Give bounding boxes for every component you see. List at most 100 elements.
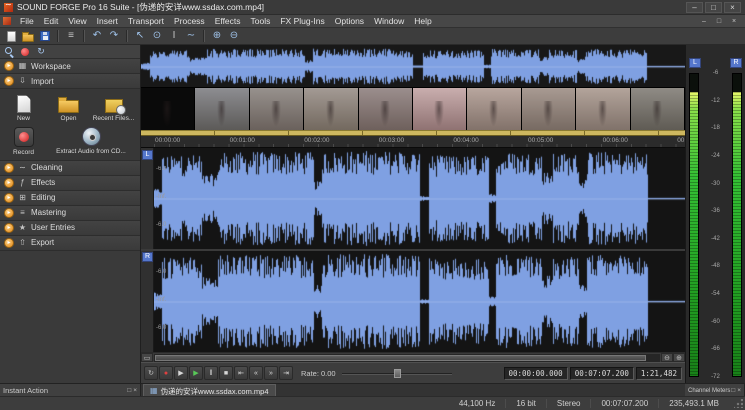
sidebar-section-user-entries[interactable]: ▸★User Entries <box>0 221 140 236</box>
menu-item-options[interactable]: Options <box>330 15 369 27</box>
left-channel-badge[interactable]: L <box>142 150 153 160</box>
menu-item-tools[interactable]: Tools <box>246 15 276 27</box>
forward-button[interactable]: » <box>264 366 278 380</box>
import-action-record[interactable]: Record <box>2 124 45 156</box>
import-action-open[interactable]: Open <box>47 92 90 122</box>
import-action-recent-files[interactable]: Recent Files... <box>92 92 135 122</box>
panel-close-icon[interactable]: × <box>133 387 137 394</box>
stop-button[interactable]: ■ <box>219 366 233 380</box>
sidebar-section-editing[interactable]: ▸⊞Editing <box>0 191 140 206</box>
record-button[interactable]: ● <box>159 366 173 380</box>
quick-record-button[interactable] <box>19 46 31 58</box>
loop-playback-button[interactable]: ↻ <box>144 366 158 380</box>
play-button[interactable]: ▶ <box>189 366 203 380</box>
redo-button[interactable]: ↷ <box>106 29 122 43</box>
zoom-in-button[interactable]: ⊕ <box>209 29 225 43</box>
scrollbar-track[interactable] <box>154 354 660 362</box>
menu-item-transport[interactable]: Transport <box>123 15 169 27</box>
rate-slider-thumb[interactable] <box>394 369 401 378</box>
maximize-button[interactable]: □ <box>705 2 722 13</box>
overview-range-button[interactable]: ▭ <box>141 353 153 362</box>
position-display[interactable]: 00:00:00.000 <box>504 367 568 380</box>
save-button[interactable] <box>37 29 53 43</box>
edit-tool-button[interactable]: ↖ <box>132 29 148 43</box>
meter-scale-label: -12 <box>700 98 731 104</box>
meter-scale-label: -60 <box>700 319 731 325</box>
selection-tool-button[interactable]: I <box>166 29 182 43</box>
sidebar-section-effects[interactable]: ▸ƒEffects <box>0 176 140 191</box>
video-thumbnail[interactable] <box>631 88 685 130</box>
end-display[interactable]: 00:07:07.200 <box>570 367 634 380</box>
sidebar-section-mastering[interactable]: ▸≡Mastering <box>0 206 140 221</box>
mdi-minimize-button[interactable]: – <box>698 18 710 25</box>
panel-float-icon[interactable]: □ <box>127 387 131 394</box>
video-thumbnail[interactable] <box>522 88 576 130</box>
waveform-left-channel[interactable] <box>154 148 685 249</box>
overview-waveform[interactable] <box>141 45 685 88</box>
go-to-start-button[interactable]: ⇤ <box>234 366 248 380</box>
meters-close-icon[interactable]: × <box>737 387 741 394</box>
menu-item-window[interactable]: Window <box>369 15 409 27</box>
video-thumbnail[interactable] <box>141 88 195 130</box>
video-thumbnail[interactable] <box>250 88 304 130</box>
pause-button[interactable]: ‖ <box>204 366 218 380</box>
import-action-new[interactable]: New <box>2 92 45 122</box>
resize-grip[interactable] <box>734 399 743 408</box>
zoom-in-time-button[interactable]: ⊕ <box>673 353 685 362</box>
search-button[interactable] <box>3 46 15 58</box>
magnify-tool-button[interactable]: ⊙ <box>149 29 165 43</box>
zoom-out-time-button[interactable]: ⊖ <box>661 353 673 362</box>
meter-fill-right <box>733 92 741 376</box>
waveform-right-channel[interactable] <box>154 251 685 352</box>
meter-scale-label: -24 <box>700 153 731 159</box>
go-to-end-button[interactable]: ⇥ <box>279 366 293 380</box>
envelope-tool-button[interactable]: ∼ <box>183 29 199 43</box>
meters-float-icon[interactable]: □ <box>731 387 735 394</box>
sidebar-section-import[interactable]: ▸⇩Import <box>0 74 140 89</box>
undo-button[interactable]: ↶ <box>89 29 105 43</box>
mdi-close-button[interactable]: × <box>728 18 740 25</box>
zoom-out-button[interactable]: ⊖ <box>226 29 242 43</box>
new-file-button[interactable] <box>3 29 19 43</box>
time-ruler[interactable]: 00:00:0000:01:0000:02:0000:03:0000:04:00… <box>141 136 685 148</box>
overview-bar[interactable] <box>141 45 685 88</box>
sidebar-section-workspace[interactable]: ▸▦Workspace <box>0 59 140 74</box>
right-channel-badge[interactable]: R <box>142 252 153 262</box>
video-thumbnail[interactable] <box>304 88 358 130</box>
sidebar-section-cleaning[interactable]: ▸∼Cleaning <box>0 161 140 176</box>
mdi-window-controls: – □ × <box>698 18 745 25</box>
menu-item-fx-plug-ins[interactable]: FX Plug-Ins <box>275 15 329 27</box>
play-all-button[interactable]: ▶ <box>174 366 188 380</box>
video-thumbnail[interactable] <box>359 88 413 130</box>
video-thumbnail[interactable] <box>413 88 467 130</box>
menu-item-help[interactable]: Help <box>409 15 436 27</box>
menu-item-process[interactable]: Process <box>169 15 210 27</box>
length-display[interactable]: 1:21,482 <box>636 367 682 380</box>
rate-slider[interactable] <box>342 368 452 379</box>
close-button[interactable]: × <box>724 2 741 13</box>
menu-item-edit[interactable]: Edit <box>39 15 64 27</box>
scrollbar-thumb[interactable] <box>155 355 646 361</box>
sidebar-section-export[interactable]: ▸⇧Export <box>0 236 140 251</box>
import-action-extract-audio-from-cd[interactable]: Extract Audio from CD... <box>47 124 135 156</box>
video-thumbnail[interactable] <box>195 88 249 130</box>
menu-item-effects[interactable]: Effects <box>210 15 246 27</box>
title-bar: SOUND FORGE Pro 16 Suite - [伪递的安详www.ssd… <box>0 0 745 15</box>
refresh-button[interactable]: ↻ <box>35 46 47 58</box>
main-toolbar: ≡ ↶↷ ↖⊙I∼ ⊕⊖ <box>0 28 745 45</box>
status-item: 44,100 Hz <box>449 399 505 408</box>
minimize-button[interactable]: – <box>686 2 703 13</box>
open-button[interactable] <box>20 29 36 43</box>
video-thumbnail[interactable] <box>576 88 630 130</box>
mdi-restore-button[interactable]: □ <box>713 18 725 25</box>
left-channel[interactable]: -6.0 -Inf. -6.0 <box>154 148 685 249</box>
video-thumbnail[interactable] <box>467 88 521 130</box>
rewind-button[interactable]: « <box>249 366 263 380</box>
properties-button[interactable]: ≡ <box>63 29 79 43</box>
meter-scale-label: -36 <box>700 208 731 214</box>
menu-item-view[interactable]: View <box>63 15 91 27</box>
document-icon <box>3 17 11 25</box>
menu-item-insert[interactable]: Insert <box>92 15 123 27</box>
menu-item-file[interactable]: File <box>15 15 39 27</box>
right-channel[interactable]: -6.0 -Inf. -6.0 <box>154 251 685 352</box>
